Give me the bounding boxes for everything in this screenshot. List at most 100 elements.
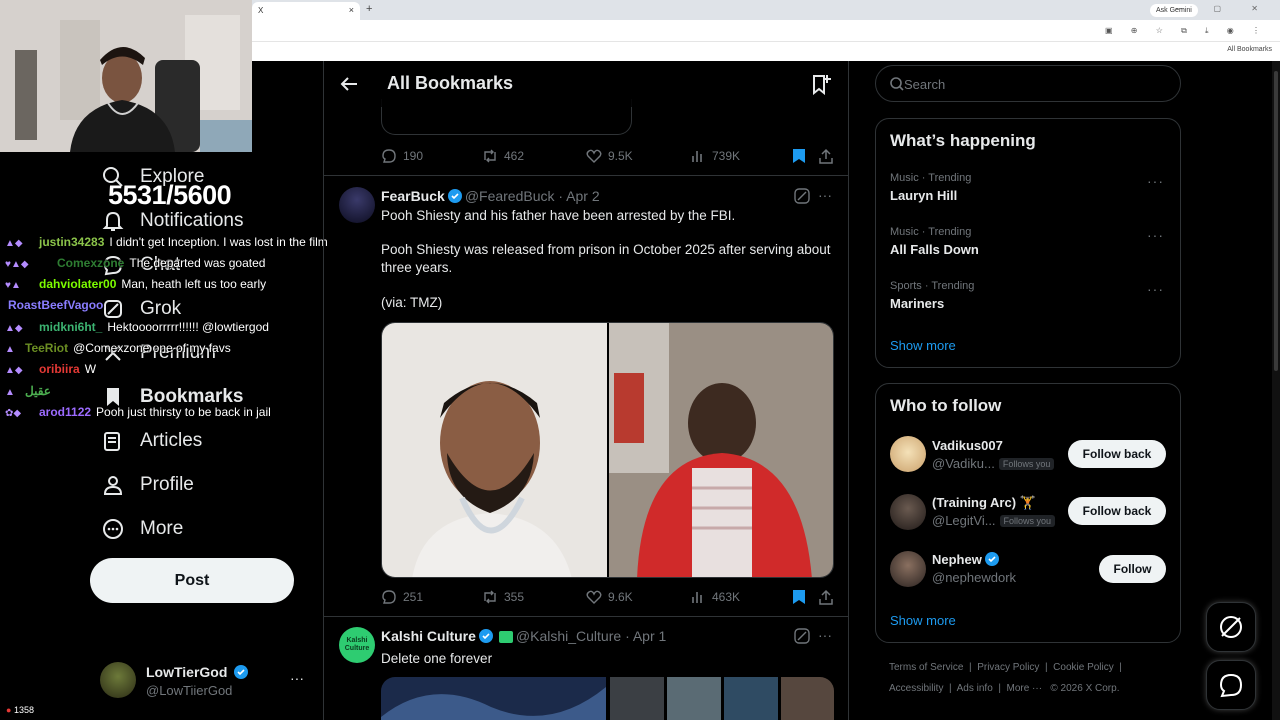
suggested-user-name[interactable]: Nephew (932, 552, 982, 567)
avatar[interactable] (890, 494, 926, 530)
whats-happening-panel: What’s happening Music · Trending Lauryn… (875, 118, 1181, 368)
chat-badges-icon: ▲◆ (5, 365, 23, 376)
search-icon (890, 77, 904, 91)
more-circle-icon (100, 516, 126, 542)
new-tab-button[interactable]: + (366, 3, 372, 15)
repost-button[interactable]: 355 (482, 590, 524, 604)
grok-explain-icon[interactable] (794, 188, 810, 204)
chat-text: I didn't get Inception. I was lost in th… (109, 235, 328, 249)
page-scrollbar[interactable] (1272, 61, 1280, 720)
tweet-date[interactable]: · Apr 2 (558, 188, 599, 204)
account-more-icon[interactable]: ··· (290, 670, 304, 686)
account-name: LowTierGod (146, 664, 228, 680)
nav-profile[interactable]: Profile (100, 470, 194, 500)
suggested-user-name[interactable]: Vadikus007 (932, 438, 1003, 453)
bookmarks-header: All Bookmarks (324, 61, 848, 107)
suggested-user-name[interactable]: (Training Arc) 🏋 (932, 495, 1036, 511)
trend-item[interactable]: Mariners (890, 296, 944, 311)
suggested-user-handle: @nephewdork (932, 570, 1017, 585)
tweet-more-icon[interactable]: ··· (818, 187, 832, 203)
nav-label: Profile (140, 474, 194, 495)
footer-terms-link[interactable]: Terms of Service (889, 662, 963, 673)
avatar[interactable]: Kalshi Culture (339, 627, 375, 663)
views-count: 739K (712, 149, 741, 163)
footer-more-link[interactable]: More ··· (1007, 683, 1043, 694)
footer-accessibility-link[interactable]: Accessibility (889, 683, 943, 694)
share-icon[interactable] (819, 148, 839, 164)
avatar[interactable] (890, 436, 926, 472)
views-button[interactable]: 739K (690, 149, 740, 163)
browser-toolbar-icons[interactable]: ▣ ⊕ ☆ ⧉ ⤓ ◉ ⋮ (1105, 26, 1268, 36)
search-placeholder: Search (904, 77, 946, 92)
like-button[interactable]: 9.6K (586, 590, 633, 604)
chat-user: justin34283 (39, 235, 105, 249)
author-name[interactable]: FearBuck (381, 188, 445, 204)
follow-button[interactable]: Follow (1099, 555, 1166, 583)
like-button[interactable]: 9.5K (586, 149, 633, 163)
follow-back-button[interactable]: Follow back (1068, 497, 1166, 525)
live-dot-icon: ● (6, 705, 12, 715)
nav-articles[interactable]: Articles (100, 426, 202, 456)
chat-badges-icon: ▲◆ (5, 323, 23, 334)
trend-more-icon[interactable]: ··· (1147, 281, 1164, 297)
grok-float-button[interactable] (1206, 602, 1256, 652)
messages-float-button[interactable] (1206, 660, 1256, 710)
author-handle[interactable]: @Kalshi_Culture (516, 628, 621, 644)
nav-label: Grok (140, 298, 182, 319)
verified-icon (478, 629, 493, 643)
page-title: All Bookmarks (387, 73, 514, 93)
grok-explain-icon[interactable] (794, 628, 810, 644)
window-controls[interactable]: — ▢ ✕ (1175, 4, 1272, 13)
tweet-media[interactable] (381, 677, 834, 720)
account-name-row: LowTierGod (146, 664, 251, 680)
all-bookmarks-folder[interactable]: All Bookmarks (1227, 46, 1272, 53)
footer-privacy-link[interactable]: Privacy Policy (977, 662, 1039, 673)
trend-item[interactable]: All Falls Down (890, 242, 979, 257)
repost-button[interactable]: 462 (482, 149, 524, 163)
chat-user: dahviolater00 (39, 277, 117, 291)
views-count: 463K (712, 590, 741, 604)
tweet-more-icon[interactable]: ··· (818, 627, 832, 643)
footer-cookie-link[interactable]: Cookie Policy (1053, 662, 1114, 673)
tweet-text: (via: TMZ) (381, 295, 443, 310)
footer-ads-link[interactable]: Ads info (957, 683, 993, 694)
tab-close-icon[interactable]: × (349, 5, 354, 15)
show-more-link[interactable]: Show more (890, 338, 956, 353)
show-more-link[interactable]: Show more (890, 613, 956, 628)
search-input[interactable]: Search (875, 65, 1181, 102)
tweet-media[interactable] (381, 322, 834, 578)
panel-title: Who to follow (890, 396, 1002, 415)
browser-tab[interactable]: X × (252, 2, 360, 20)
share-icon[interactable] (819, 589, 839, 605)
nav-more[interactable]: More (100, 514, 183, 544)
nav-notifications[interactable]: Notifications (100, 206, 244, 236)
chat-message: ✿◆ arod1122 Pooh just thirsty to be back i… (5, 405, 271, 419)
bookmark-active-icon[interactable] (792, 589, 812, 605)
reply-button[interactable]: 251 (381, 590, 423, 604)
chat-message: ▲ عقيل (5, 384, 56, 398)
author-name[interactable]: Kalshi Culture (381, 628, 476, 644)
nav-label: Articles (140, 430, 203, 451)
post-button[interactable]: Post (90, 558, 294, 603)
follow-back-button[interactable]: Follow back (1068, 440, 1166, 468)
trend-item[interactable]: Lauryn Hill (890, 188, 957, 203)
tweet-header: FearBuck @FearedBuck · Apr 2 (381, 188, 600, 204)
back-arrow-icon[interactable] (340, 76, 358, 92)
avatar[interactable] (339, 187, 375, 223)
trend-more-icon[interactable]: ··· (1147, 227, 1164, 243)
author-handle[interactable]: @FearedBuck (465, 188, 555, 204)
tweet-date[interactable]: · Apr 1 (625, 628, 666, 644)
suggested-user-handle: @Vadiku... Follows you (932, 456, 1055, 471)
avatar[interactable] (890, 551, 926, 587)
address-bar[interactable]: ▣ ⊕ ☆ ⧉ ⤓ ◉ ⋮ (252, 20, 1280, 42)
bookmark-active-icon[interactable] (792, 148, 812, 164)
account-switcher[interactable]: LowTierGod @LowTiierGod ··· (100, 662, 320, 702)
browser-chrome: X × + Ask Gemini — ▢ ✕ ▣ ⊕ ☆ ⧉ ⤓ ◉ ⋮ All… (252, 0, 1280, 61)
scrollbar-thumb[interactable] (1274, 71, 1278, 371)
views-button[interactable]: 463K (690, 590, 740, 604)
nav-label: Notifications (140, 210, 244, 231)
reply-button[interactable]: 190 (381, 149, 423, 163)
nav-explore[interactable]: Explore (100, 162, 204, 192)
trend-more-icon[interactable]: ··· (1147, 173, 1164, 189)
bookmark-add-icon[interactable] (810, 73, 832, 95)
